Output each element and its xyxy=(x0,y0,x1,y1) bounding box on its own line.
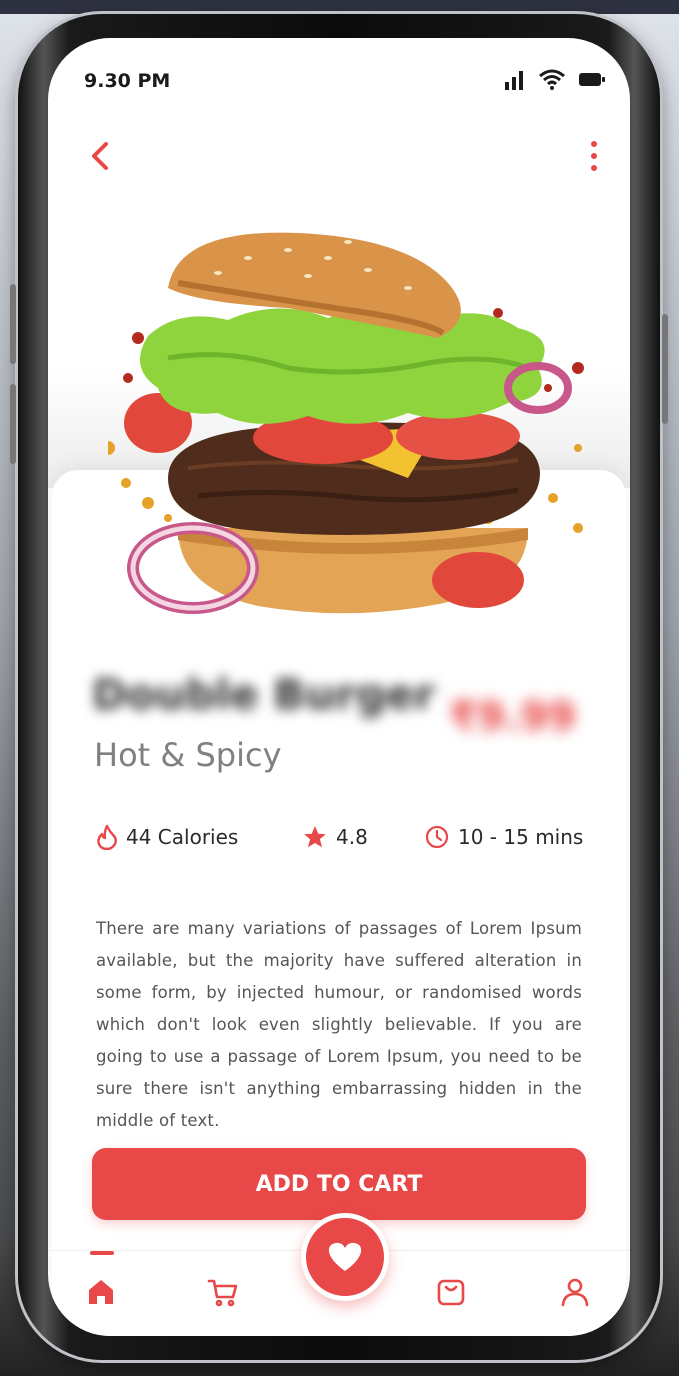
status-icons xyxy=(504,68,606,90)
rating-stat: 4.8 xyxy=(302,824,368,850)
calories-label: 44 Calories xyxy=(126,825,239,849)
product-name: Double Burger xyxy=(92,670,436,719)
fire-icon xyxy=(97,824,117,850)
cart-icon xyxy=(207,1279,238,1307)
product-price: ₹9.99 xyxy=(449,694,576,740)
product-subtitle: Hot & Spicy xyxy=(94,736,282,774)
product-description: There are many variations of passages of… xyxy=(96,918,582,1130)
wifi-icon xyxy=(539,69,565,90)
nav-orders[interactable] xyxy=(434,1275,468,1309)
status-time: 9.30 PM xyxy=(84,70,171,92)
user-icon xyxy=(561,1278,589,1307)
nav-home[interactable] xyxy=(84,1275,118,1309)
rating-label: 4.8 xyxy=(336,825,368,849)
nav-active-indicator xyxy=(90,1251,114,1255)
bag-icon xyxy=(437,1279,465,1306)
volume-button xyxy=(10,384,16,464)
bottom-navigation xyxy=(48,1213,630,1336)
star-icon xyxy=(304,826,326,848)
time-label: 10 - 15 mins xyxy=(458,825,584,849)
burger-image xyxy=(108,232,584,614)
more-button[interactable] xyxy=(582,136,606,176)
phone-frame: 9.30 PM Double Burger ₹9.99 Hot & Spicy … xyxy=(10,14,668,1360)
power-button xyxy=(662,314,668,424)
heart-icon xyxy=(328,1242,362,1271)
favorite-button[interactable] xyxy=(301,1213,389,1301)
product-stats: 44 Calories 4.8 10 - 15 mins xyxy=(96,824,596,858)
background-top xyxy=(0,0,679,14)
time-stat: 10 - 15 mins xyxy=(424,824,583,850)
back-button[interactable] xyxy=(82,136,122,176)
battery-icon xyxy=(579,73,605,86)
nav-profile[interactable] xyxy=(558,1275,592,1309)
status-bar: 9.30 PM xyxy=(48,38,630,108)
calories-stat: 44 Calories xyxy=(96,824,238,850)
app-screen: 9.30 PM Double Burger ₹9.99 Hot & Spicy … xyxy=(48,38,630,1336)
clock-icon xyxy=(425,825,449,849)
home-icon xyxy=(89,1280,113,1304)
chevron-left-icon xyxy=(92,142,108,170)
signal-icon xyxy=(505,71,523,90)
nav-cart[interactable] xyxy=(206,1275,240,1309)
add-to-cart-button[interactable]: ADD TO CART xyxy=(92,1148,586,1220)
more-vertical-icon xyxy=(591,141,597,171)
volume-button xyxy=(10,284,16,364)
